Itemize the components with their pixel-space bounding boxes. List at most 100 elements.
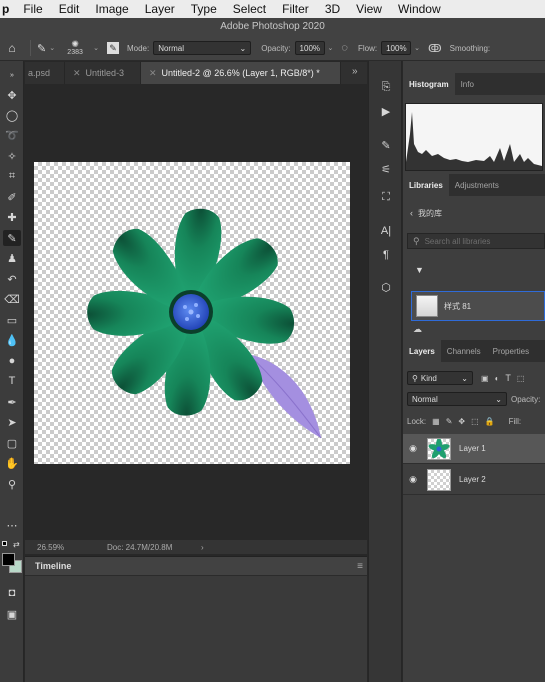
magic-wand-icon[interactable]: ✧ <box>3 148 21 164</box>
tab-document-2[interactable]: ✕ Untitled-3 <box>65 62 141 84</box>
tab-properties[interactable]: Properties <box>487 340 535 362</box>
layer-row[interactable]: ◉ Layer 1 <box>403 434 545 464</box>
dodge-icon[interactable]: ● <box>3 353 21 369</box>
menu-view[interactable]: View <box>348 2 390 16</box>
mode-dropdown[interactable]: Normal ⌄ <box>153 41 252 55</box>
close-icon[interactable]: ✕ <box>73 68 81 79</box>
rectangle-icon[interactable]: ▢ <box>3 435 21 451</box>
text-tool-icon[interactable]: T <box>3 373 21 389</box>
eyedropper-icon[interactable]: ✐ <box>3 189 21 205</box>
default-colors-icon[interactable] <box>2 541 10 549</box>
actions-play-icon[interactable]: ▶ <box>377 103 395 119</box>
path-selection-icon[interactable]: ➤ <box>3 414 21 430</box>
eye-icon[interactable]: ◉ <box>403 443 423 454</box>
history-brush-icon[interactable]: ↶ <box>3 271 21 287</box>
menu-layer[interactable]: Layer <box>137 2 183 16</box>
chevron-down-icon[interactable]: ⌄ <box>93 44 99 52</box>
menu-edit[interactable]: Edit <box>51 2 88 16</box>
brush-icon[interactable]: ✎ <box>3 230 21 246</box>
foreground-color-swatch[interactable] <box>2 553 15 566</box>
hand-icon[interactable]: ✋ <box>3 455 21 471</box>
tab-document-1[interactable]: a.psd <box>25 62 65 84</box>
brush-preset-picker[interactable]: ✺ 2383 <box>61 39 89 57</box>
timeline-panel: Timeline ≡ <box>25 556 367 682</box>
lock-artboard-icon[interactable]: ⬚ <box>471 417 479 426</box>
lock-transparent-icon[interactable]: ▦ <box>432 417 440 426</box>
eye-icon[interactable]: ◉ <box>403 474 423 485</box>
blur-icon[interactable]: 💧 <box>3 332 21 348</box>
healing-brush-icon[interactable]: ✚ <box>3 209 21 225</box>
sliders-icon[interactable]: ⚟ <box>377 161 395 177</box>
more-tools-icon[interactable]: ⋯ <box>3 517 21 533</box>
lock-position-icon[interactable]: ✥ <box>458 417 465 426</box>
blend-mode-dropdown[interactable]: Normal ⌄ <box>407 392 507 406</box>
zoom-level[interactable]: 26.59% <box>25 543 81 552</box>
filter-shape-icon[interactable]: ⬚ <box>517 374 525 383</box>
search-icon: ⚲ <box>413 235 420 246</box>
fill-label: Fill: <box>508 416 522 426</box>
brush-settings-icon[interactable]: ✎ <box>377 137 395 153</box>
library-filter[interactable]: ▼ <box>403 263 545 277</box>
lock-image-icon[interactable]: ✎ <box>446 417 453 426</box>
tab-adjustments[interactable]: Adjustments <box>449 174 505 196</box>
menu-select[interactable]: Select <box>225 2 274 16</box>
lasso-icon[interactable]: ➰ <box>3 127 21 143</box>
lock-all-icon[interactable]: 🔒 <box>485 417 495 426</box>
brush-settings-icon[interactable]: ✎ <box>106 42 119 54</box>
canvas[interactable] <box>34 162 350 464</box>
swap-colors-icon[interactable]: ⇄ <box>13 540 20 549</box>
history-icon[interactable]: ⎘ <box>377 79 395 95</box>
app-menu[interactable]: p <box>0 2 15 16</box>
tab-histogram[interactable]: Histogram <box>403 73 455 95</box>
menu-type[interactable]: Type <box>183 2 225 16</box>
tab-info[interactable]: Info <box>455 73 480 95</box>
filter-adjustment-icon[interactable]: ◐ <box>495 374 500 383</box>
crop-icon[interactable]: ⌗ <box>3 168 21 184</box>
3d-cube-icon[interactable]: ⬡ <box>377 279 395 295</box>
paragraph-icon[interactable]: ¶ <box>377 247 395 263</box>
pressure-opacity-icon[interactable]: ◌ <box>341 42 348 54</box>
toolbar-collapse-icon[interactable]: » <box>3 67 21 83</box>
menu-image[interactable]: Image <box>87 2 136 16</box>
ellipse-marquee-icon[interactable]: ◯ <box>3 107 21 123</box>
panel-menu-icon[interactable]: ≡ <box>357 561 363 572</box>
character-icon[interactable]: A| <box>377 223 395 239</box>
gradient-icon[interactable]: ▭ <box>3 312 21 328</box>
app-title: Adobe Photoshop 2020 <box>220 21 325 32</box>
library-search-input[interactable]: ⚲ Search all libraries <box>407 233 545 249</box>
filter-pixel-icon[interactable]: ▣ <box>481 374 489 383</box>
filter-type-icon[interactable]: T <box>505 373 511 383</box>
close-icon[interactable]: ✕ <box>149 68 157 79</box>
layer-row[interactable]: ◉ Layer 2 <box>403 465 545 495</box>
brush-tool-icon[interactable]: ✎ <box>37 42 46 55</box>
opacity-field[interactable]: 100% <box>294 41 325 55</box>
pen-icon[interactable]: ✒ <box>3 394 21 410</box>
zoom-icon[interactable]: ⚲ <box>3 476 21 492</box>
tab-libraries[interactable]: Libraries <box>403 174 449 196</box>
panel-collapse-icon[interactable]: » <box>352 66 358 77</box>
timeline-title[interactable]: Timeline <box>35 561 71 571</box>
eraser-icon[interactable]: ⌫ <box>3 291 21 307</box>
layer-filter-dropdown[interactable]: ⚲ Kind ⌄ <box>407 371 473 385</box>
flow-field[interactable]: 100% <box>381 41 412 55</box>
airbrush-icon[interactable]: ↂ <box>428 42 442 55</box>
library-asset[interactable]: 样式 81 <box>411 291 545 321</box>
menu-window[interactable]: Window <box>390 2 449 16</box>
status-menu-arrow[interactable]: › <box>191 543 204 552</box>
tab-channels[interactable]: Channels <box>441 340 487 362</box>
home-icon[interactable]: ⌂ <box>0 41 24 55</box>
chevron-down-icon[interactable]: ⌄ <box>328 44 334 52</box>
menu-file[interactable]: File <box>15 2 50 16</box>
tab-document-3[interactable]: ✕ Untitled-2 @ 26.6% (Layer 1, RGB/8*) * <box>141 62 341 84</box>
clone-stamp-icon[interactable]: ♟ <box>3 250 21 266</box>
menu-3d[interactable]: 3D <box>317 2 348 16</box>
library-breadcrumb[interactable]: ‹ 我的库 <box>403 206 545 220</box>
chevron-down-icon[interactable]: ⌄ <box>414 44 420 52</box>
tab-layers[interactable]: Layers <box>403 340 441 362</box>
move-tool-icon[interactable]: ✥ <box>3 87 21 103</box>
layer-comps-icon[interactable]: ⛶ <box>377 189 395 205</box>
screen-mode-icon[interactable]: ▣ <box>3 606 21 622</box>
quick-mask-icon[interactable]: ◘ <box>3 585 21 601</box>
menu-filter[interactable]: Filter <box>274 2 317 16</box>
chevron-down-icon[interactable]: ⌄ <box>49 44 55 52</box>
